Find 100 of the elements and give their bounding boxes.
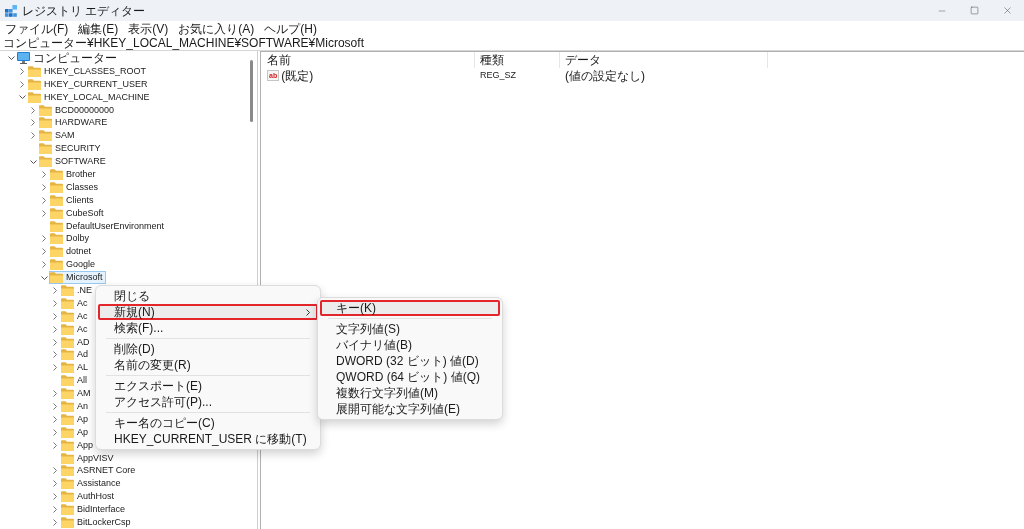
menu-item[interactable]: HKEY_CURRENT_USER に移動(T) xyxy=(98,431,318,447)
chevron-right-icon[interactable] xyxy=(42,196,46,204)
window-title: レジストリ エディター xyxy=(22,4,146,17)
chevron-right-icon[interactable] xyxy=(53,467,57,475)
folder-icon xyxy=(61,284,74,296)
tree-item[interactable]: DefaultUserEnvironment xyxy=(49,219,168,233)
tree-item[interactable]: Brother xyxy=(49,168,99,181)
tree-item[interactable]: .NE xyxy=(60,284,95,297)
tree-item[interactable]: dotnet xyxy=(49,245,95,259)
tree-item[interactable]: App xyxy=(60,438,96,452)
menu-item[interactable]: DWORD (32 ビット) 値(D) xyxy=(320,353,500,369)
tree-item[interactable]: コンピューター xyxy=(16,52,120,65)
menu-item[interactable]: 新規(N) xyxy=(98,304,318,320)
chevron-right-icon[interactable] xyxy=(53,325,57,333)
tree-item[interactable]: Ac xyxy=(60,322,91,336)
chevron-right-icon[interactable] xyxy=(42,209,46,217)
tree-item[interactable]: BitLockerCsp xyxy=(60,516,134,529)
tree-item[interactable]: AppVISV xyxy=(60,451,117,465)
chevron-right-icon[interactable] xyxy=(53,299,57,307)
tree-item[interactable]: Clients xyxy=(49,194,97,207)
chevron-right-icon[interactable] xyxy=(53,338,57,346)
tree-item[interactable]: Microsoft xyxy=(49,271,106,284)
chevron-right-icon[interactable] xyxy=(42,261,46,269)
chevron-right-icon[interactable] xyxy=(53,403,57,410)
tree-item[interactable]: HKEY_CURRENT_USER xyxy=(27,77,151,91)
tree-item[interactable]: Ac xyxy=(60,297,91,310)
menu-item[interactable]: QWORD (64 ビット) 値(Q) xyxy=(320,369,500,385)
chevron-right-icon[interactable] xyxy=(53,506,57,514)
tree-item[interactable]: Dolby xyxy=(49,232,92,246)
tree-item[interactable]: Ap xyxy=(60,413,91,426)
chevron-right-icon[interactable] xyxy=(42,235,46,243)
tree-item[interactable]: HARDWARE xyxy=(38,116,111,130)
tree-item[interactable]: BCD00000000 xyxy=(38,103,118,117)
menu-bar-item[interactable]: 表示(V) xyxy=(125,22,172,35)
chevron-right-icon[interactable] xyxy=(42,248,46,256)
chevron-right-icon[interactable] xyxy=(20,67,24,75)
tree-item[interactable]: Ad xyxy=(60,348,91,362)
tree-item[interactable]: CubeSoft xyxy=(49,206,107,220)
chevron-right-icon[interactable] xyxy=(31,119,35,127)
menu-item[interactable]: バイナリ値(B) xyxy=(320,337,500,353)
tree-item[interactable]: AD xyxy=(60,335,93,349)
chevron-down-icon[interactable] xyxy=(18,95,26,100)
chevron-right-icon[interactable] xyxy=(53,428,57,436)
menu-item[interactable]: キー(K) xyxy=(320,300,500,316)
chevron-right-icon[interactable] xyxy=(53,493,57,501)
chevron-down-icon[interactable] xyxy=(40,275,48,280)
tree-item[interactable]: SOFTWARE xyxy=(38,155,109,168)
chevron-right-icon[interactable] xyxy=(42,170,46,178)
tree-item[interactable]: HKEY_CLASSES_ROOT xyxy=(27,65,150,78)
menu-item[interactable]: キー名のコピー(C) xyxy=(98,415,318,431)
tree-item[interactable]: AM xyxy=(60,387,94,400)
chevron-right-icon[interactable] xyxy=(53,415,57,423)
tree-item[interactable]: All xyxy=(60,374,90,387)
column-header[interactable]: データ xyxy=(560,52,768,68)
menu-item[interactable]: 削除(D) xyxy=(98,341,318,357)
scrollbar-thumb[interactable] xyxy=(250,60,253,122)
chevron-right-icon[interactable] xyxy=(42,183,46,191)
chevron-right-icon[interactable] xyxy=(31,132,35,140)
column-header[interactable]: 名前 xyxy=(261,52,475,68)
chevron-right-icon[interactable] xyxy=(53,312,57,320)
tree-item[interactable]: SAM xyxy=(38,129,78,143)
tree-item[interactable]: An xyxy=(60,400,91,413)
chevron-down-icon[interactable] xyxy=(7,56,15,61)
tree-item[interactable]: Ap xyxy=(60,426,91,439)
menu-bar-item[interactable]: ヘルプ(H) xyxy=(261,22,320,35)
menu-item[interactable]: 検索(F)... xyxy=(98,320,318,336)
chevron-right-icon[interactable] xyxy=(31,106,35,114)
chevron-down-icon[interactable] xyxy=(29,159,37,164)
menu-item[interactable]: 複数行文字列値(M) xyxy=(320,385,500,401)
tree-item[interactable]: ASRNET Core xyxy=(60,464,139,478)
menu-item[interactable]: エクスポート(E) xyxy=(98,378,318,394)
folder-icon xyxy=(61,452,74,464)
menu-item[interactable]: 名前の変更(R) xyxy=(98,357,318,373)
menu-item[interactable]: 展開可能な文字列値(E) xyxy=(320,401,500,417)
folder-icon xyxy=(39,104,52,116)
tree-item[interactable]: SECURITY xyxy=(38,142,104,155)
chevron-right-icon[interactable] xyxy=(53,364,57,372)
menu-item[interactable]: アクセス許可(P)... xyxy=(98,394,318,410)
chevron-right-icon[interactable] xyxy=(53,441,57,449)
tree-item[interactable]: Classes xyxy=(49,181,101,194)
chevron-right-icon[interactable] xyxy=(53,480,57,488)
menu-bar-item[interactable]: お気に入り(A) xyxy=(175,22,258,35)
tree-item[interactable]: HKEY_LOCAL_MACHINE xyxy=(27,90,153,104)
chevron-right-icon[interactable] xyxy=(53,286,57,294)
column-header[interactable]: 種類 xyxy=(475,52,560,68)
tree-item[interactable]: Assistance xyxy=(60,477,124,491)
menu-bar-item[interactable]: 編集(E) xyxy=(75,22,122,35)
menu-bar-item[interactable]: ファイル(F) xyxy=(2,22,72,35)
tree-item[interactable]: Google xyxy=(49,258,99,271)
tree-item[interactable]: Ac xyxy=(60,310,91,323)
address-field[interactable]: コンピューター¥HKEY_LOCAL_MACHINE¥SOFTWARE¥Microsoft xyxy=(0,36,367,50)
tree-item[interactable]: AL xyxy=(60,361,91,375)
chevron-right-icon[interactable] xyxy=(20,80,24,88)
chevron-right-icon[interactable] xyxy=(53,351,57,359)
menu-item[interactable]: 閉じる xyxy=(98,288,318,304)
chevron-right-icon[interactable] xyxy=(53,519,57,526)
menu-item[interactable]: 文字列値(S) xyxy=(320,321,500,337)
tree-item[interactable]: BidInterface xyxy=(60,503,129,516)
chevron-right-icon[interactable] xyxy=(53,390,57,398)
tree-item[interactable]: AuthHost xyxy=(60,490,118,503)
